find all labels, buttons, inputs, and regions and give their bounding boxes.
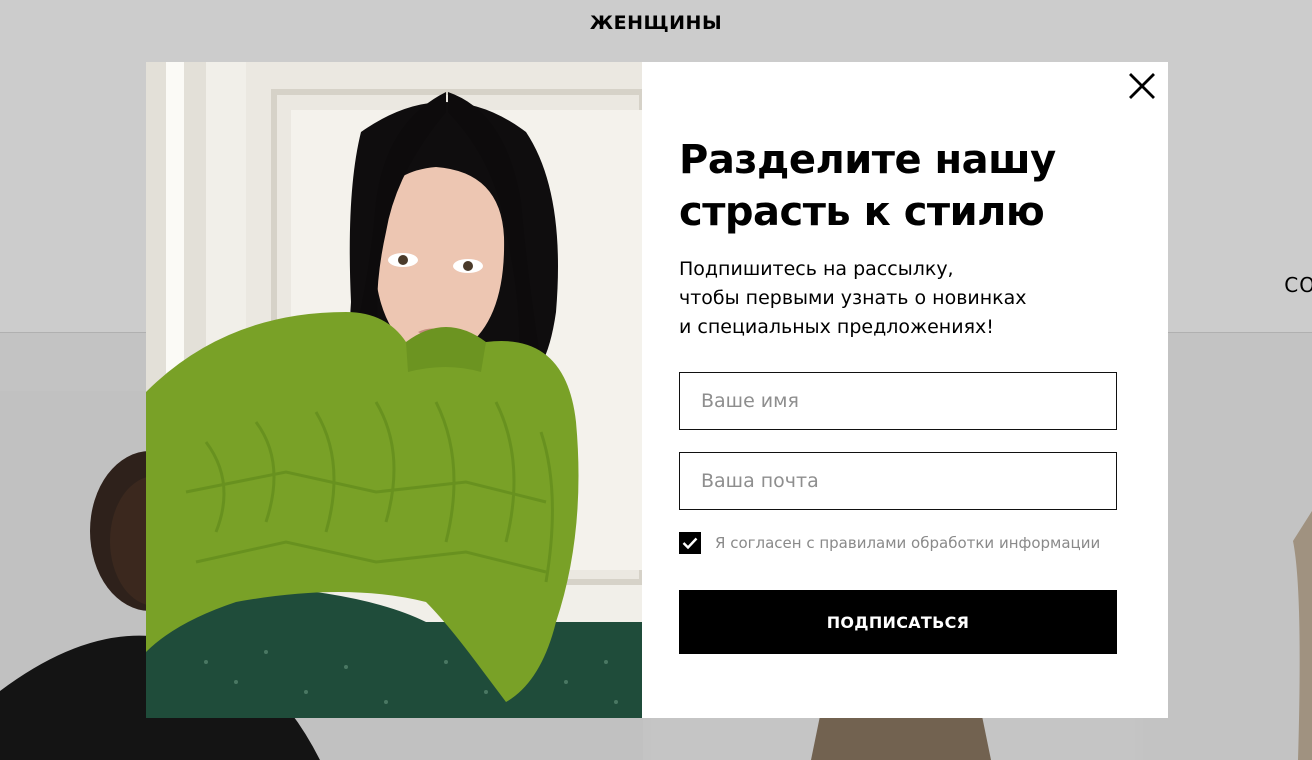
modal-title: Разделите нашу страсть к стилю: [679, 134, 1168, 238]
modal-title-line: Разделите нашу: [679, 137, 1056, 183]
name-input[interactable]: [679, 372, 1117, 430]
modal-title-line: страсть к стилю: [679, 189, 1045, 235]
subscribe-button[interactable]: ПОДПИСАТЬСЯ: [679, 590, 1117, 654]
consent-label[interactable]: Я согласен с правилами обработки информа…: [715, 534, 1100, 552]
newsletter-modal: Разделите нашу страсть к стилю Подпишите…: [146, 62, 1168, 718]
subtitle-line: и специальных предложениях!: [679, 316, 994, 338]
subtitle-line: чтобы первыми узнать о новинках: [679, 287, 1027, 309]
subtitle-line: Подпишитесь на рассылку,: [679, 258, 954, 280]
consent-checkbox[interactable]: [679, 532, 701, 554]
checkmark-icon: [682, 537, 698, 550]
close-button[interactable]: [1124, 68, 1160, 104]
modal-content: Разделите нашу страсть к стилю Подпишите…: [642, 62, 1168, 718]
modal-subtitle: Подпишитесь на рассылку, чтобы первыми у…: [679, 255, 1168, 342]
promo-photo: [146, 62, 642, 718]
email-input[interactable]: [679, 452, 1117, 510]
close-icon: [1129, 73, 1155, 99]
consent-row: Я согласен с правилами обработки информа…: [679, 532, 1168, 554]
